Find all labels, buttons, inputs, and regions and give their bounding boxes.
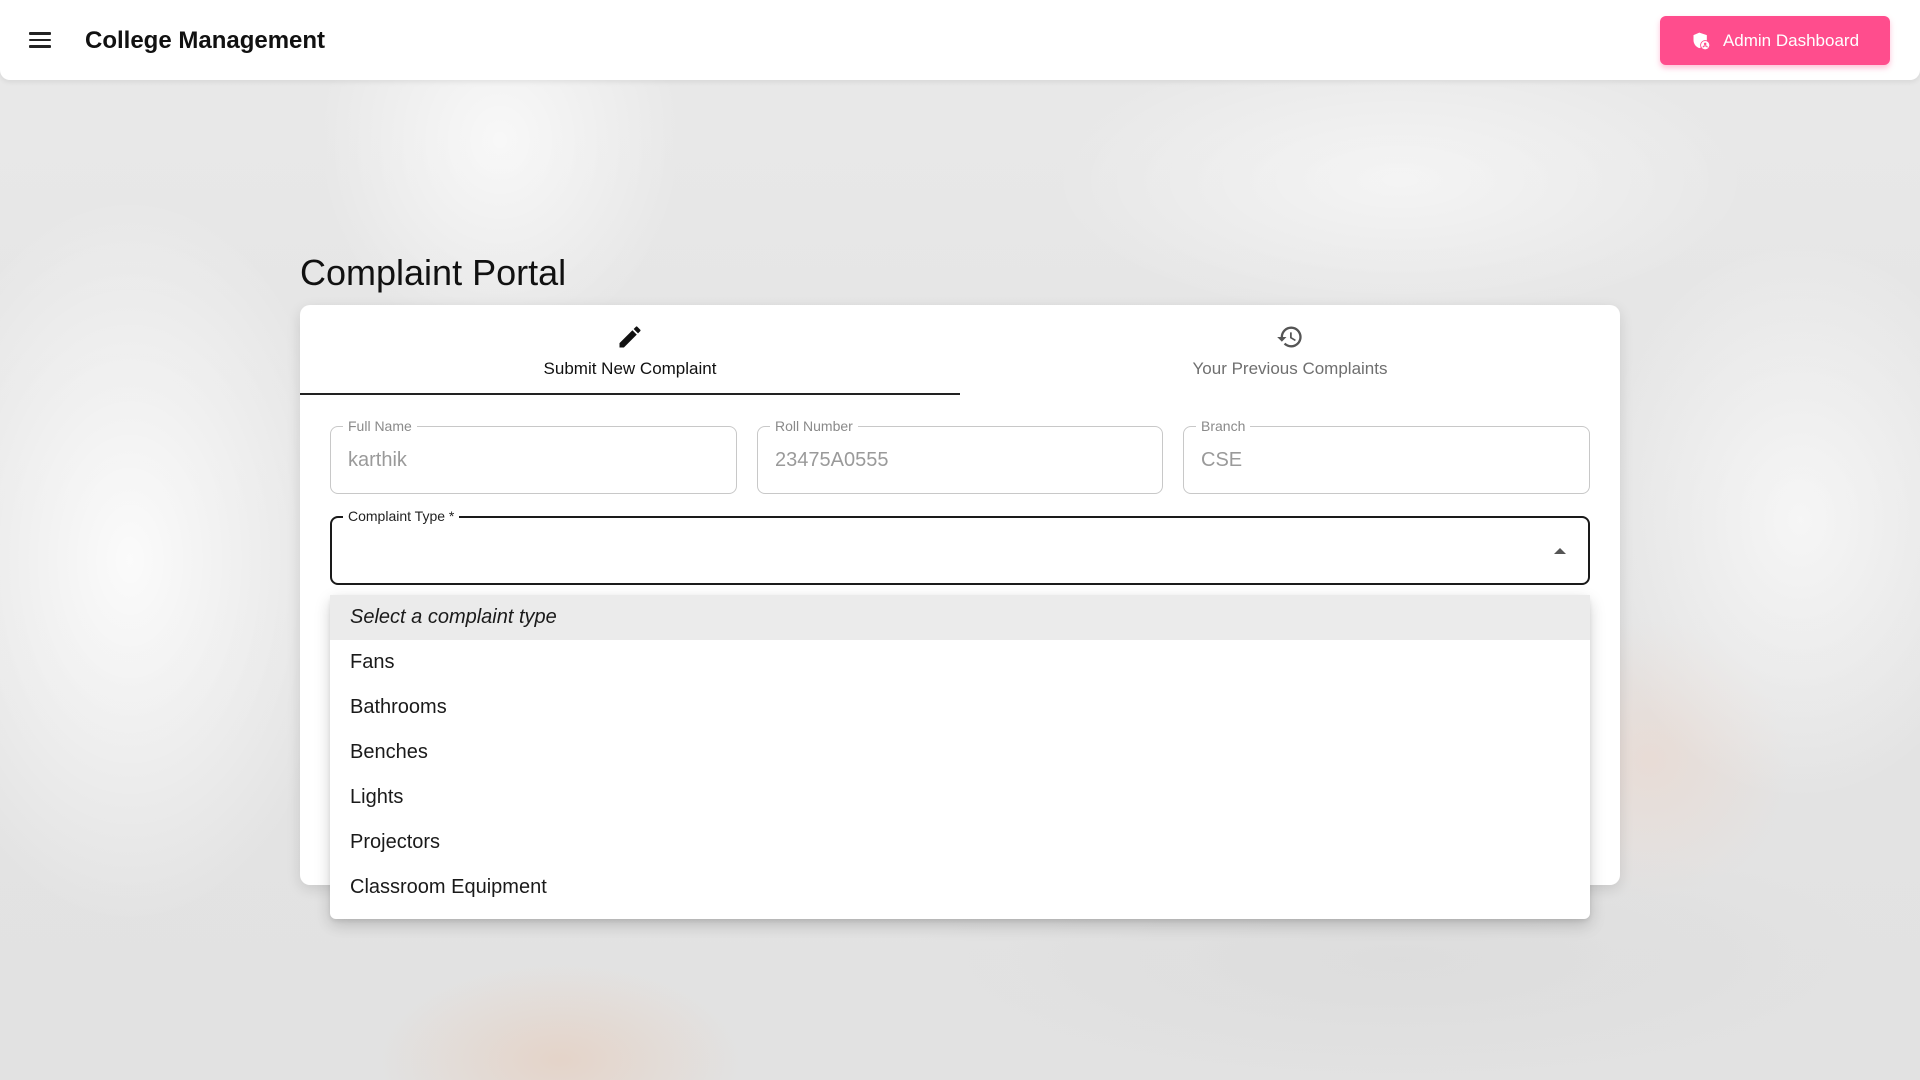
complaint-type-dropdown: Select a complaint type Fans Bathrooms B…: [330, 595, 1590, 919]
option-bathrooms[interactable]: Bathrooms: [330, 685, 1590, 730]
full-name-field[interactable]: Full Name karthik: [330, 418, 737, 494]
admin-dashboard-label: Admin Dashboard: [1722, 30, 1860, 50]
option-benches[interactable]: Benches: [330, 730, 1590, 775]
tab-label: Your Previous Complaints: [1192, 359, 1388, 378]
admin-dashboard-button[interactable]: Admin Dashboard: [1660, 16, 1890, 65]
option-placeholder[interactable]: Select a complaint type: [330, 595, 1590, 640]
branch-value: CSE: [1201, 449, 1243, 471]
option-projectors[interactable]: Projectors: [330, 820, 1590, 865]
option-classroom-equipment[interactable]: Classroom Equipment: [330, 865, 1590, 910]
history-icon: [1277, 326, 1302, 348]
roll-number-field[interactable]: Roll Number 23475A0555: [757, 418, 1163, 494]
full-name-value: karthik: [348, 449, 407, 471]
option-lights[interactable]: Lights: [330, 775, 1590, 820]
caret-up-icon[interactable]: [1554, 548, 1566, 554]
tab-label: Submit New Complaint: [543, 359, 717, 378]
hamburger-menu-icon[interactable]: [22, 24, 58, 56]
tab-previous-complaints[interactable]: Your Previous Complaints: [960, 305, 1620, 395]
tab-submit-new-complaint[interactable]: Submit New Complaint: [300, 305, 960, 395]
full-name-label: Full Name: [343, 418, 417, 434]
complaint-type-label: Complaint Type *: [343, 508, 460, 524]
complaint-type-select[interactable]: Complaint Type *: [330, 508, 1590, 585]
tab-bar: Submit New Complaint Your Previous Compl…: [300, 305, 1620, 395]
roll-number-value: 23475A0555: [775, 449, 889, 471]
pencil-icon: [619, 326, 641, 348]
branch-field[interactable]: Branch CSE: [1183, 418, 1590, 494]
roll-number-label: Roll Number: [770, 418, 858, 434]
app-bar: College Management Admin Dashboard: [0, 0, 1920, 80]
page-title: Complaint Portal: [300, 252, 567, 293]
admin-shield-icon: [1693, 32, 1710, 49]
branch-label: Branch: [1196, 418, 1251, 434]
app-title: College Management: [85, 27, 326, 54]
option-fans[interactable]: Fans: [330, 640, 1590, 685]
